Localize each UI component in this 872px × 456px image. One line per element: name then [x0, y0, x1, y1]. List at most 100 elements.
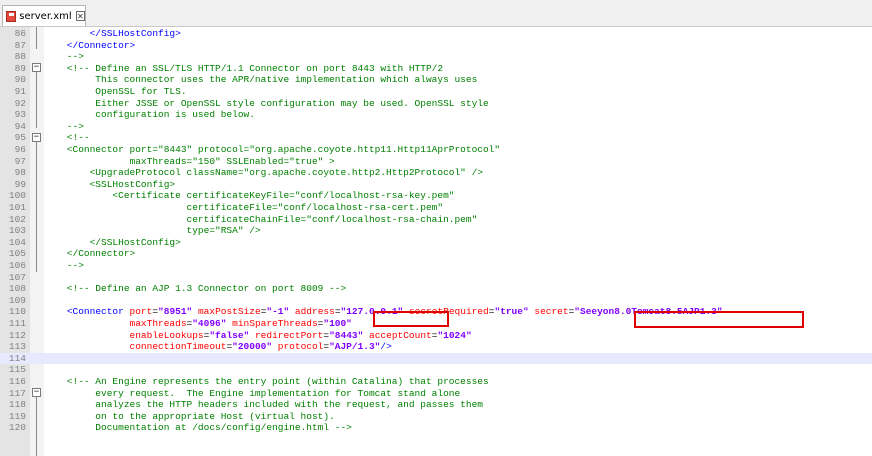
code-line[interactable]: 92 Either JSSE or OpenSSL style configur…	[0, 98, 872, 110]
line-number: 116	[8, 376, 26, 387]
unsaved-file-icon	[6, 10, 17, 22]
code-line[interactable]: 96 <Connector port="8443" protocol="org.…	[0, 144, 872, 156]
line-number: 95	[14, 132, 26, 144]
code-line[interactable]: 99 <SSLHostConfig>	[0, 179, 872, 191]
code-line[interactable]: 102 certificateChainFile="conf/localhost…	[0, 214, 872, 226]
code-text: <Connector port="8443" protocol="org.apa…	[44, 144, 500, 156]
code-text: on to the appropriate Host (virtual host…	[44, 410, 335, 423]
code-line[interactable]: 94 -->	[0, 121, 872, 133]
code-token: "4096"	[192, 318, 227, 329]
code-text: maxThreads="4096" minSpareThreads="100"	[44, 318, 352, 330]
line-number: 98	[14, 167, 26, 179]
code-text: <Certificate certificateKeyFile="conf/lo…	[44, 190, 454, 202]
code-text: every request. The Engine implementation…	[44, 388, 460, 400]
code-token: Either JSSE or OpenSSL style configurati…	[44, 97, 489, 109]
code-text: </Connector>	[44, 248, 135, 260]
fold-line	[36, 142, 37, 272]
code-text: analyzes the HTTP headers included with …	[44, 399, 483, 411]
code-line[interactable]: 91 OpenSSL for TLS.	[0, 86, 872, 98]
code-token: <!-- Define an AJP 1.3 Connector on port…	[44, 283, 347, 295]
code-token: enableLookups	[129, 329, 204, 341]
code-line[interactable]: 93 configuration is used below.	[0, 109, 872, 121]
code-token: </SSLHostConfig>	[44, 28, 181, 39]
code-line[interactable]: 108 <!-- Define an AJP 1.3 Connector on …	[0, 283, 872, 295]
code-text: OpenSSL for TLS.	[44, 86, 186, 98]
line-number: 87	[14, 39, 26, 51]
code-line[interactable]: 87 </Connector>	[0, 40, 872, 52]
code-token: "20000"	[232, 341, 273, 353]
code-line[interactable]: 100 <Certificate certificateKeyFile="con…	[0, 190, 872, 202]
code-token: <UpgradeProtocol className="org.apache.c…	[44, 167, 483, 179]
code-line[interactable]: 104 </SSLHostConfig>	[0, 237, 872, 249]
code-line[interactable]: 107	[0, 272, 872, 284]
line-number: 119	[8, 410, 26, 422]
code-token: maxPostSize	[192, 306, 261, 318]
code-token: configuration is used below.	[44, 109, 255, 121]
code-line[interactable]: 119 on to the appropriate Host (virtual …	[0, 411, 872, 423]
code-token: <!-- An Engine represents the entry poin…	[44, 376, 489, 387]
code-text: -->	[44, 51, 84, 63]
line-number: 103	[8, 225, 26, 237]
code-text: This connector uses the APR/native imple…	[44, 74, 477, 86]
line-number: 105	[8, 248, 26, 260]
line-number: 89	[14, 62, 26, 74]
fold-toggle-icon[interactable]: −	[32, 388, 41, 397]
fold-toggle-icon[interactable]: −	[32, 133, 41, 142]
code-token: redirectPort	[249, 329, 324, 341]
code-line[interactable]: 103 type="RSA" />	[0, 225, 872, 237]
code-line[interactable]: 117 every request. The Engine implementa…	[0, 388, 872, 400]
code-token: <Connector	[66, 306, 130, 318]
code-line[interactable]: 90 This connector uses the APR/native im…	[0, 74, 872, 86]
code-line[interactable]: 113 connectionTimeout="20000" protocol="…	[0, 341, 872, 353]
tab-label: server.xml	[19, 10, 72, 22]
code-line[interactable]: 89 <!-- Define an SSL/TLS HTTP/1.1 Conne…	[0, 63, 872, 75]
code-token: "8951"	[158, 306, 193, 318]
code-token: <Connector port="8443" protocol="org.apa…	[44, 144, 501, 155]
line-number: 104	[8, 236, 26, 248]
code-text: </SSLHostConfig>	[44, 237, 181, 249]
code-line[interactable]: 116 <!-- An Engine represents the entry …	[0, 376, 872, 388]
tab-server-xml[interactable]: server.xml ✕	[2, 5, 86, 26]
code-line[interactable]: 114	[0, 352, 872, 365]
line-number: 109	[8, 294, 26, 306]
code-token: </SSLHostConfig>	[44, 236, 181, 248]
code-token: connectionTimeout	[129, 341, 227, 353]
code-token: certificateChainFile="conf/localhost-rsa…	[44, 213, 478, 225]
code-line[interactable]: 98 <UpgradeProtocol className="org.apach…	[0, 167, 872, 179]
code-token: "100"	[323, 318, 352, 329]
line-number: 118	[8, 399, 26, 411]
code-line[interactable]: 86 </SSLHostConfig>	[0, 28, 872, 40]
line-number: 97	[14, 155, 26, 167]
code-token: port	[129, 306, 153, 318]
code-text: enableLookups="false" redirectPort="8443…	[44, 330, 472, 342]
code-line[interactable]: 106 -->	[0, 260, 872, 272]
code-line[interactable]: 112 enableLookups="false" redirectPort="…	[0, 330, 872, 342]
fold-toggle-icon[interactable]: −	[32, 63, 41, 72]
code-text: configuration is used below.	[44, 109, 255, 121]
code-editor[interactable]: 86 </SSLHostConfig> 87 </Connector> 88 -->…	[0, 27, 872, 456]
code-token: acceptCount	[363, 329, 432, 341]
line-number: 107	[8, 271, 26, 283]
code-text: -->	[44, 260, 84, 272]
code-line[interactable]: 95 <!--	[0, 132, 872, 144]
code-line[interactable]: 120 Documentation at /docs/config/engine…	[0, 422, 872, 434]
code-line[interactable]: 105 </Connector>	[0, 248, 872, 260]
code-line[interactable]: 109	[0, 295, 872, 307]
code-line[interactable]: 88 -->	[0, 51, 872, 63]
code-line[interactable]: 115	[0, 364, 872, 376]
code-text: certificateChainFile="conf/localhost-rsa…	[44, 213, 478, 226]
code-line[interactable]: 118 analyzes the HTTP headers included w…	[0, 399, 872, 411]
code-token: maxThreads	[129, 318, 187, 329]
code-line[interactable]: 97 maxThreads="150" SSLEnabled="true" >	[0, 156, 872, 168]
code-text: certificateFile="conf/localhost-rsa-cert…	[44, 202, 444, 214]
code-token: "1024"	[437, 329, 472, 341]
code-token: on to the appropriate Host (virtual host…	[44, 410, 335, 422]
code-token: type="RSA" />	[44, 225, 261, 237]
code-text: type="RSA" />	[44, 225, 261, 237]
line-number: 92	[14, 97, 26, 109]
close-icon[interactable]: ✕	[75, 11, 85, 21]
code-line[interactable]: 101 certificateFile="conf/localhost-rsa-…	[0, 202, 872, 214]
